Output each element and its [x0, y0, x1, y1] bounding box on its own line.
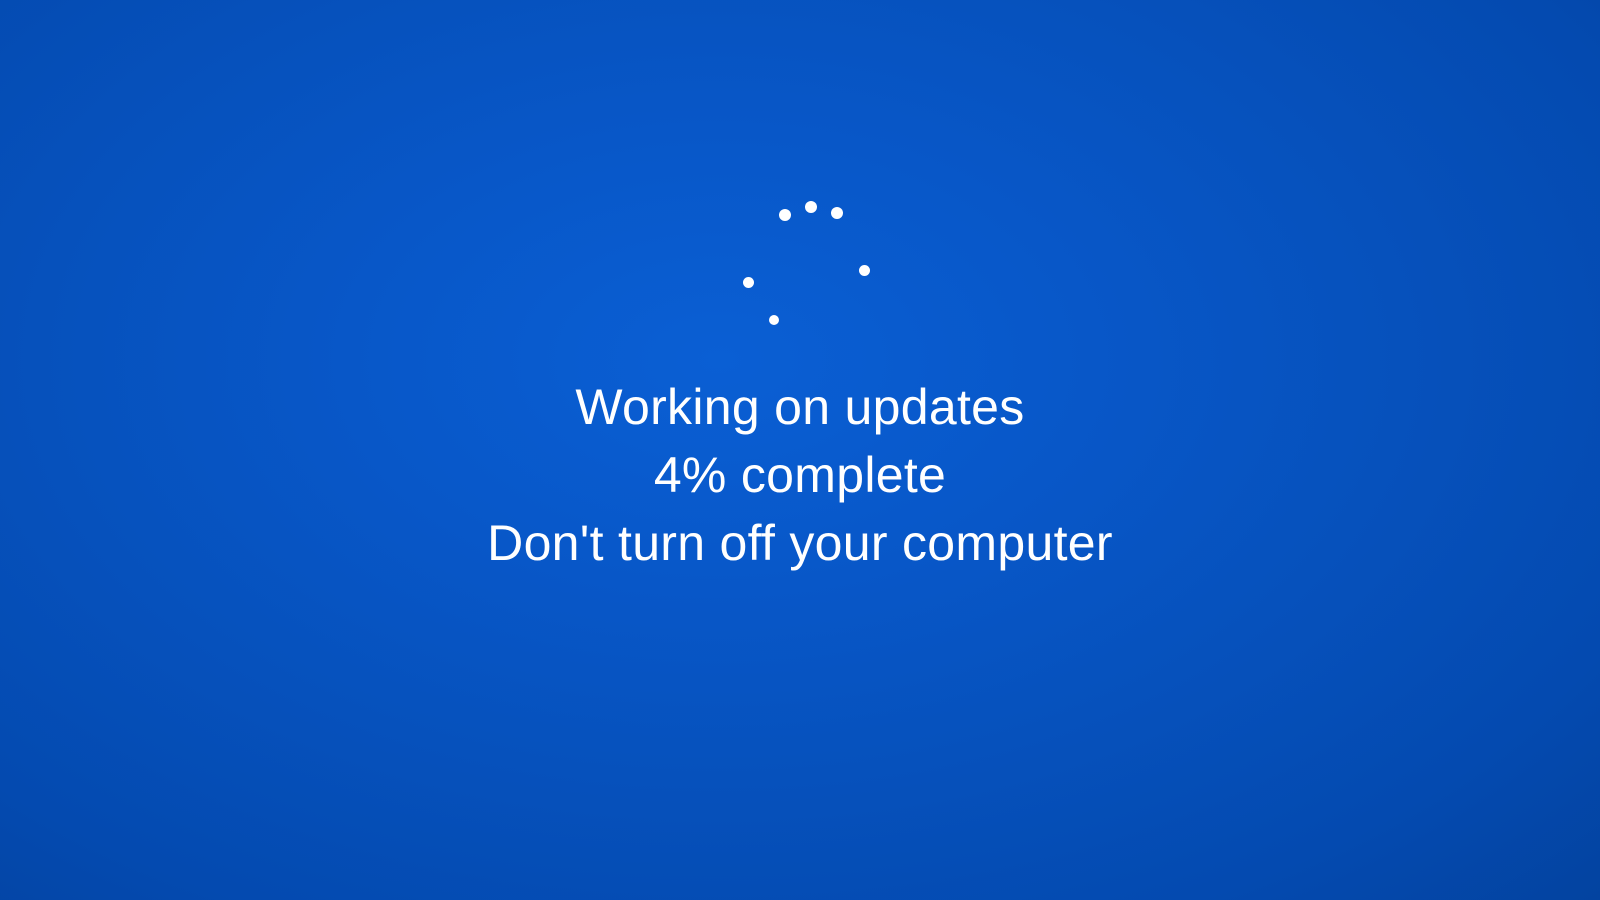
windows-update-screen: Working on updates 4% complete Don't tur… [0, 0, 1600, 900]
update-messages: Working on updates 4% complete Don't tur… [487, 373, 1113, 577]
warning-line: Don't turn off your computer [487, 509, 1113, 577]
spinner-dot [859, 265, 870, 276]
status-line: Working on updates [487, 373, 1113, 441]
progress-line: 4% complete [487, 441, 1113, 509]
spinner-dot [769, 315, 779, 325]
loading-spinner-icon [725, 195, 875, 345]
spinner-dot [805, 201, 817, 213]
spinner-dot [831, 207, 843, 219]
spinner-dot [779, 209, 791, 221]
spinner-dot [743, 277, 754, 288]
